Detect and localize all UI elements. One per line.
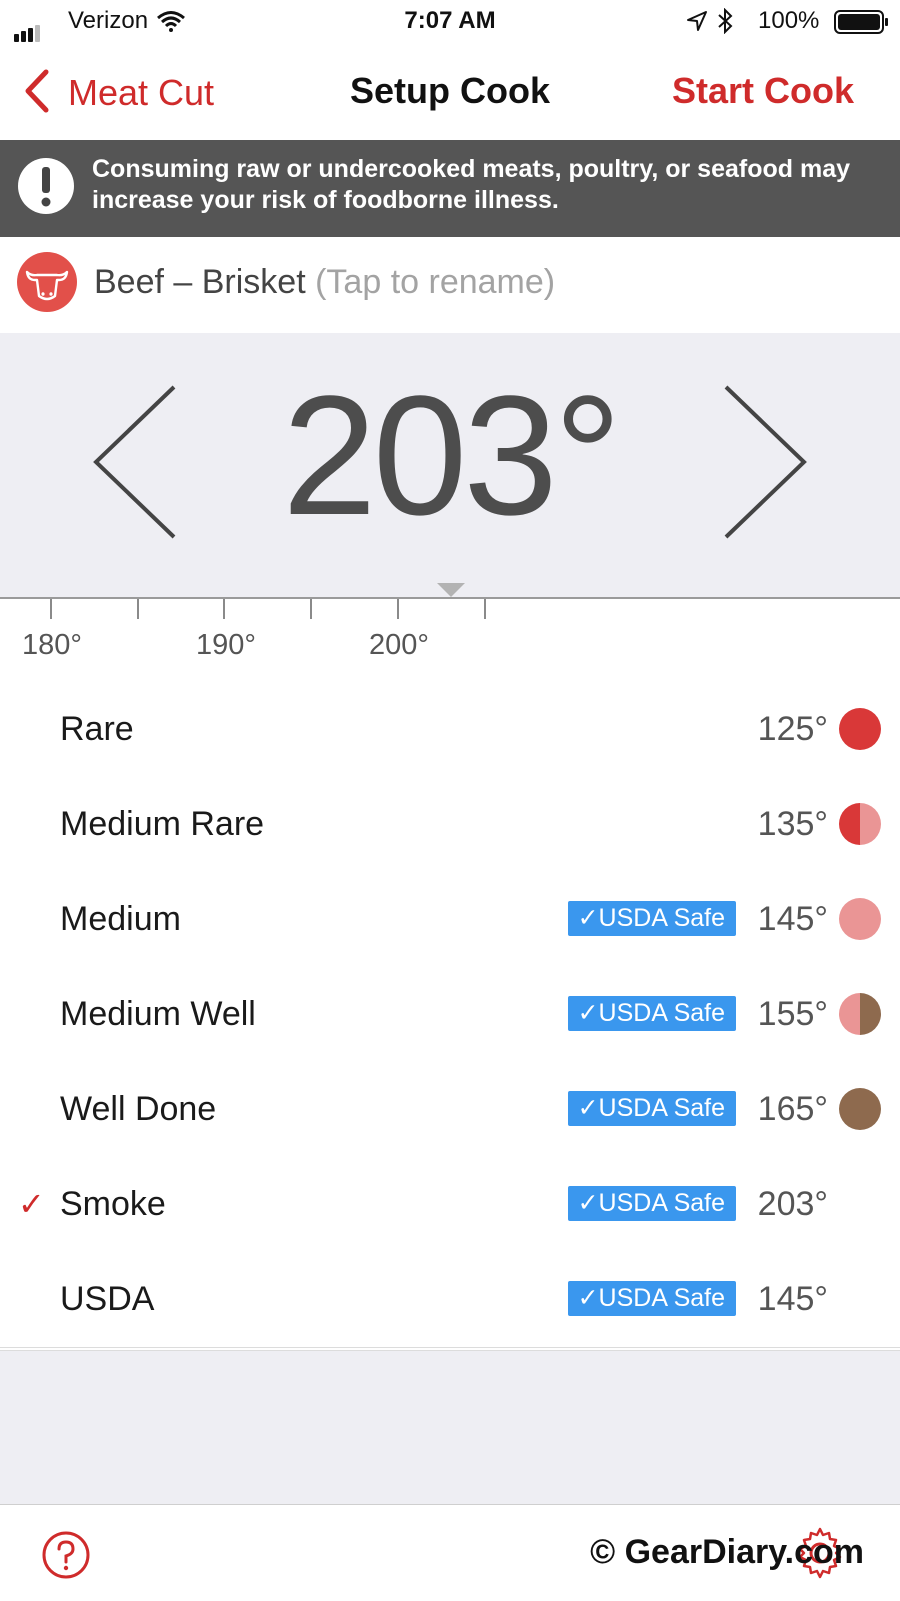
doneness-rare-icon [839,708,881,750]
temperature-ruler[interactable]: 180° 190° 200° [0,597,900,684]
increase-temp-button[interactable] [720,383,810,541]
doneness-temp: 145° [757,1280,828,1318]
navigation-bar: Meat Cut Setup Cook Start Cook [0,44,900,140]
ruler-tick [484,599,486,619]
doneness-label: Medium Rare [60,805,265,843]
rename-hint: (Tap to rename) [315,263,556,301]
watermark: © GearDiary.com [590,1533,864,1571]
usda-safe-badge: ✓USDA Safe [567,1186,736,1221]
usda-safe-badge: ✓USDA Safe [567,996,736,1031]
doneness-row-smoke[interactable]: ✓ Smoke ✓USDA Safe 203° [0,1157,900,1253]
usda-safe-badge: ✓USDA Safe [567,1091,736,1126]
doneness-medium-rare-icon [839,803,881,845]
doneness-label: Medium Well [60,995,256,1033]
food-safety-warning: Consuming raw or undercooked meats, poul… [0,140,900,237]
meat-name-row[interactable]: Beef – Brisket (Tap to rename) [0,237,900,334]
location-arrow-icon [687,11,707,31]
doneness-label: Medium [60,900,181,938]
doneness-temp: 145° [757,900,828,938]
doneness-medium-well-icon [839,993,881,1035]
battery-percent: 100% [758,7,820,34]
doneness-temp: 155° [757,995,828,1033]
empty-list-area [0,1350,900,1505]
doneness-medium-icon [839,898,881,940]
doneness-row-rare[interactable]: Rare 125° [0,682,900,778]
exclamation-icon [18,158,74,214]
usda-safe-badge: ✓USDA Safe [567,1281,736,1316]
doneness-row-usda[interactable]: USDA ✓USDA Safe 145° [0,1252,900,1348]
ruler-tick [50,599,52,619]
meat-name-text: Beef – Brisket [94,263,306,301]
doneness-temp: 125° [757,710,828,748]
ruler-tick [137,599,139,619]
doneness-label: Well Done [60,1090,217,1128]
doneness-row-medium-rare[interactable]: Medium Rare 135° [0,777,900,873]
doneness-well-done-icon [839,1088,881,1130]
ruler-tick [223,599,225,619]
doneness-temp: 135° [757,805,828,843]
doneness-label: Rare [60,710,134,748]
doneness-row-well-done[interactable]: Well Done ✓USDA Safe 165° [0,1062,900,1158]
doneness-row-medium[interactable]: Medium ✓USDA Safe 145° [0,872,900,968]
doneness-temp: 165° [757,1090,828,1128]
doneness-temp: 203° [757,1185,828,1223]
doneness-label: Smoke [60,1185,166,1223]
ruler-label: 200° [369,629,429,661]
warning-text: Consuming raw or undercooked meats, poul… [92,155,851,214]
ruler-tick [310,599,312,619]
start-cook-button[interactable]: Start Cook [672,70,854,112]
doneness-label: USDA [60,1280,155,1318]
bottom-toolbar: © GearDiary.com [0,1504,900,1601]
bluetooth-icon [718,8,733,34]
status-bar: Verizon 7:07 AM 100% [0,0,900,44]
ruler-label: 190° [196,629,256,661]
ruler-tick [397,599,399,619]
battery-icon [834,10,888,34]
doneness-row-medium-well[interactable]: Medium Well ✓USDA Safe 155° [0,967,900,1063]
usda-safe-badge: ✓USDA Safe [567,901,736,936]
cow-icon [17,252,77,312]
temperature-picker: 203° [0,333,900,597]
ruler-label: 180° [22,629,82,661]
checkmark-icon: ✓ [18,1186,45,1222]
meat-name[interactable]: Beef – Brisket (Tap to rename) [94,263,555,302]
ruler-pointer-icon [437,583,465,597]
help-icon[interactable] [42,1531,90,1579]
